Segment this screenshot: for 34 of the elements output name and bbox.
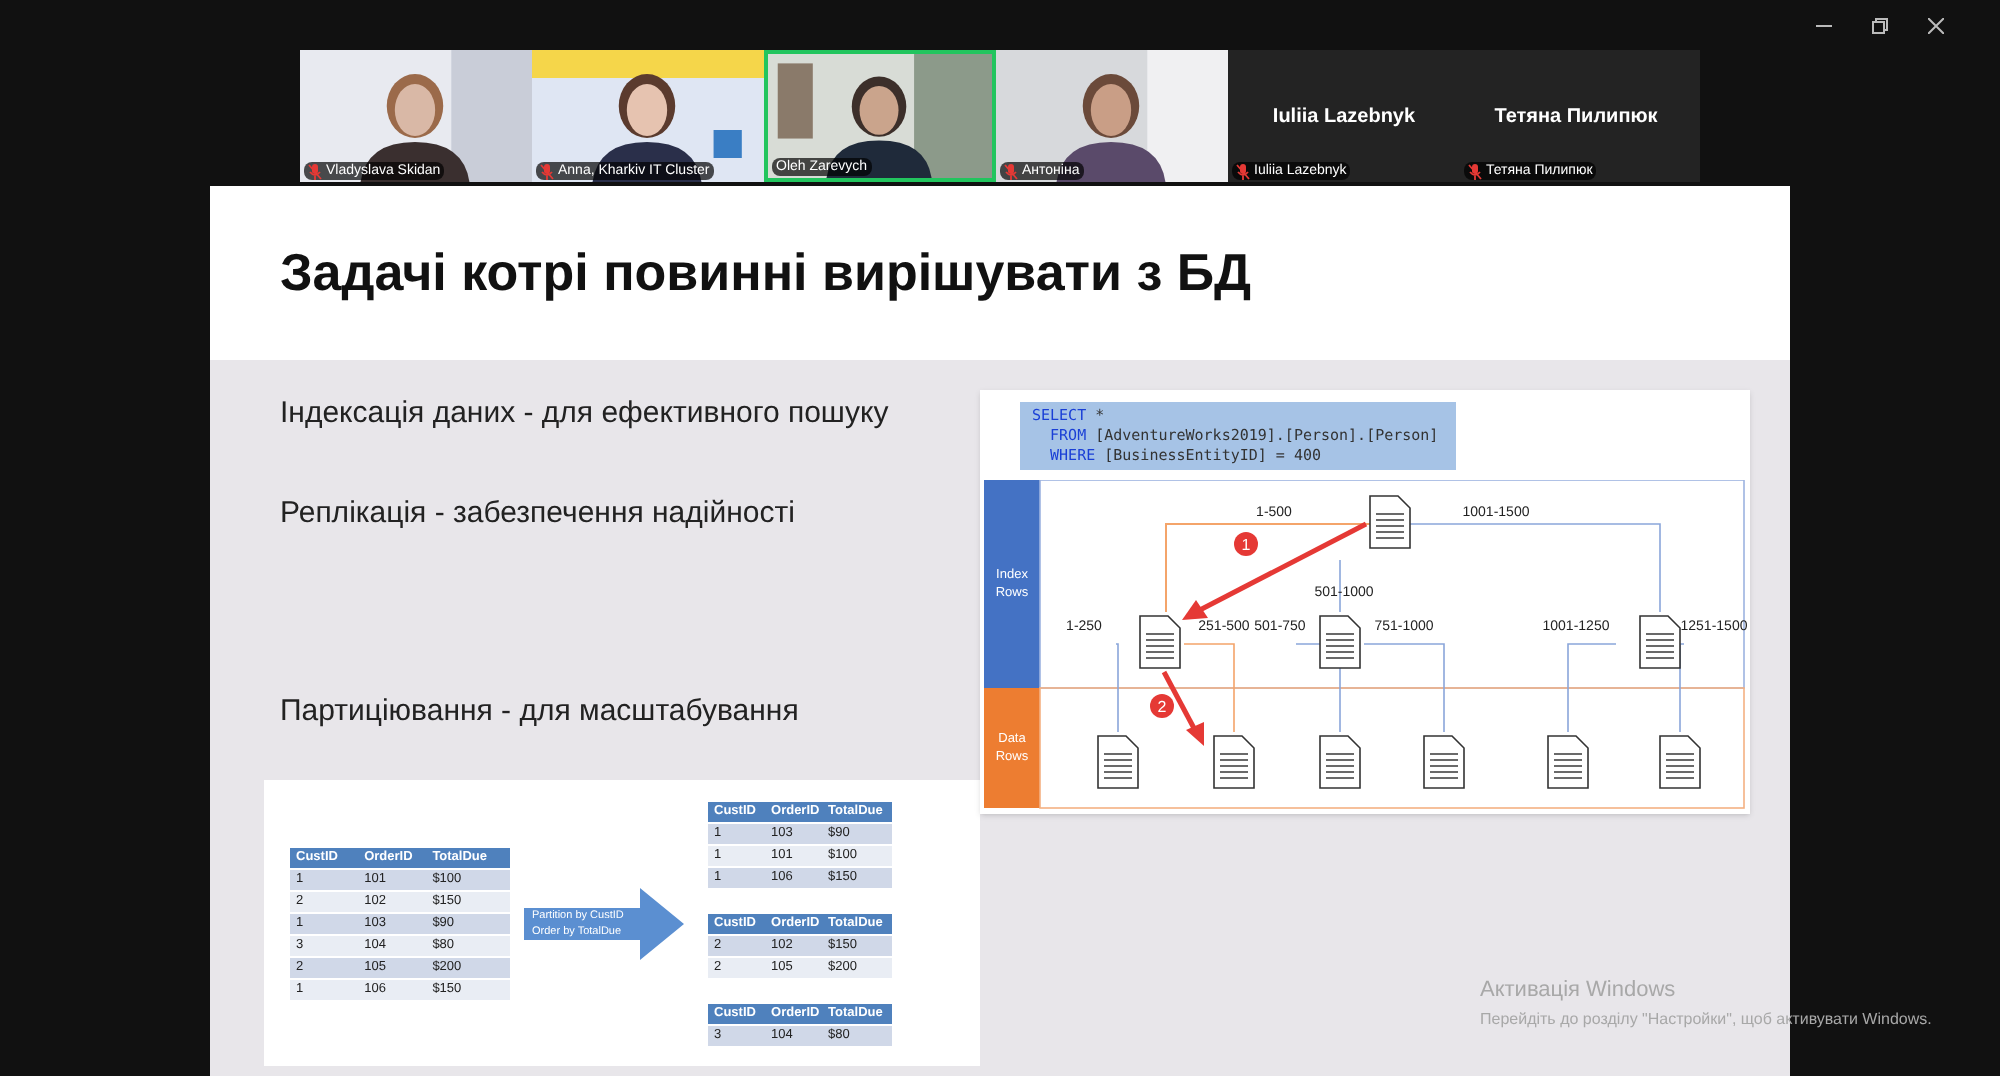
- slide-title: Задачі котрі повинні вирішувати з БД: [280, 240, 1252, 306]
- participant-name-large: Тетяна Пилипюк: [1494, 103, 1658, 131]
- document-icon: [1369, 495, 1411, 549]
- document-icon: [1547, 735, 1589, 789]
- document-icon: [1423, 735, 1465, 789]
- activation-title: Активація Windows: [1480, 976, 1678, 1006]
- bullet-text: Партиціювання - для масштабування: [280, 692, 801, 732]
- step-number: 2: [1157, 698, 1167, 716]
- bullet-text: Реплікація - забезпечення надійності: [280, 494, 797, 534]
- bullet-text: Індексація даних - для ефективного пошуку: [280, 394, 891, 434]
- document-icon: [1319, 615, 1361, 669]
- muted-mic-icon: [1236, 163, 1250, 179]
- document-icon: [1659, 735, 1701, 789]
- data-rows-band: [984, 688, 1040, 808]
- connector-line: [1567, 643, 1617, 733]
- document-icon: [1639, 615, 1681, 669]
- close-icon[interactable]: [1928, 17, 1944, 33]
- step-badge: [1234, 532, 1258, 556]
- document-icon: [1319, 735, 1361, 789]
- document-icon: [1213, 735, 1255, 789]
- step-badge: [1150, 694, 1174, 718]
- muted-mic-icon: [540, 163, 554, 179]
- restore-icon[interactable]: [1872, 17, 1888, 33]
- participant-name-large: Iuliia Lazebnyk: [1272, 103, 1416, 131]
- document-icon: [1139, 615, 1181, 669]
- muted-mic-icon: [1004, 163, 1018, 179]
- connector-line: [1115, 643, 1119, 733]
- muted-mic-icon: [1468, 163, 1482, 179]
- connector-line: [1183, 643, 1235, 733]
- muted-mic-icon: [308, 163, 322, 179]
- search-path-arrow: [1161, 670, 1204, 746]
- document-icon: [1097, 735, 1139, 789]
- step-number: 1: [1241, 536, 1251, 554]
- connector-line: [1363, 643, 1445, 733]
